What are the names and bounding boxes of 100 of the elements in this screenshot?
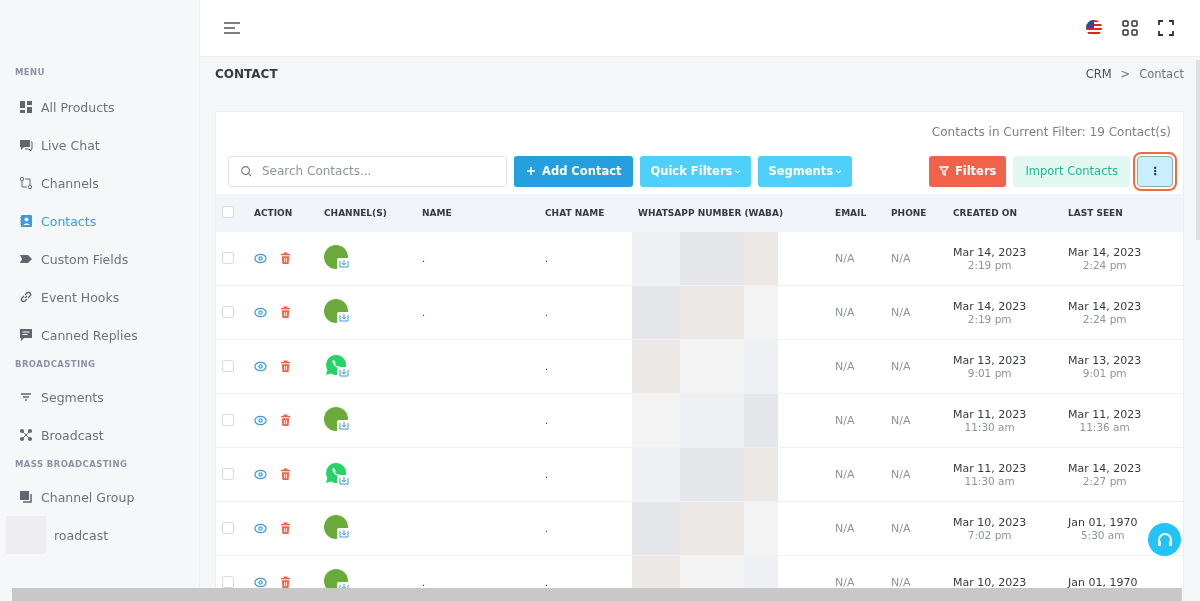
sidebar-item[interactable]: Channel Group: [0, 478, 199, 516]
created-time: 11:30 am: [963, 475, 1016, 487]
page-title: CONTACT: [215, 67, 278, 81]
sidebar-item[interactable]: All Products: [0, 88, 199, 126]
trash-icon[interactable]: [279, 252, 292, 265]
column-header: LAST SEEN: [1062, 194, 1183, 232]
created-date: Mar 14, 2023: [953, 246, 1027, 259]
chat-name: .: [545, 523, 549, 534]
eye-icon[interactable]: [254, 414, 267, 427]
chat-name: .: [545, 415, 549, 426]
column-header: CREATED ON: [947, 194, 1062, 232]
breadcrumb-current: Contact: [1139, 67, 1184, 81]
email-cell: N/A: [835, 468, 855, 481]
contact-name: .: [422, 253, 426, 264]
trash-icon[interactable]: [279, 360, 292, 373]
sidebar-item[interactable]: Canned Replies: [0, 316, 199, 354]
contact-name: .: [422, 307, 426, 318]
sidebar-item[interactable]: Broadcast: [0, 416, 199, 454]
created-date: Mar 14, 2023: [953, 300, 1027, 313]
column-header: CHANNEL(S): [318, 194, 416, 232]
eye-icon[interactable]: [254, 360, 267, 373]
add-button[interactable]: Add Contact: [514, 155, 634, 187]
last-seen-time: 2:27 pm: [1081, 475, 1128, 487]
email-cell: N/A: [835, 252, 855, 265]
sidebar-item[interactable]: Event Hooks: [0, 278, 199, 316]
column-header: WHATSAPP NUMBER (WABA): [632, 194, 829, 232]
contact-count: Contacts in Current Filter: 19 Contact(s): [930, 124, 1172, 141]
last-seen-date: Mar 14, 2023: [1068, 462, 1142, 475]
grid-icon: [19, 100, 33, 114]
whatsapp-icon: [324, 461, 351, 488]
nodes-icon: [19, 428, 33, 442]
last-seen-time: 2:24 pm: [1081, 313, 1128, 325]
search-field[interactable]: Search Contacts...: [228, 155, 507, 187]
email-cell: N/A: [835, 414, 855, 427]
column-header: EMAIL: [829, 194, 885, 232]
sidebar-item[interactable]: Custom Fields: [0, 240, 199, 278]
whatsapp-icon: [324, 353, 351, 380]
row-checkbox[interactable]: [222, 575, 234, 588]
eye-icon[interactable]: [254, 522, 267, 535]
row-checkbox[interactable]: [222, 251, 234, 264]
filter-icon: [938, 166, 949, 176]
created-date: Mar 10, 2023: [953, 516, 1027, 529]
trash-icon[interactable]: [279, 522, 292, 535]
last-seen-date: Mar 14, 2023: [1068, 300, 1142, 313]
avatar-icon: [324, 515, 351, 542]
row-checkbox[interactable]: [222, 467, 234, 480]
trash-icon[interactable]: [279, 468, 292, 481]
last-seen-time: 9:01 pm: [1081, 367, 1128, 379]
last-seen-time: 11:36 am: [1078, 421, 1131, 433]
column-header: CHAT NAME: [539, 194, 632, 232]
chat-icon: [19, 138, 33, 152]
sidebar-item[interactable]: roadcast: [0, 516, 199, 554]
email-cell: N/A: [835, 360, 855, 373]
phone-cell: N/A: [891, 414, 911, 427]
row-checkbox[interactable]: [222, 359, 234, 372]
breadcrumb-link[interactable]: CRM: [1085, 67, 1112, 81]
contact-name: .: [422, 577, 426, 588]
created-date: Mar 11, 2023: [953, 462, 1027, 475]
last-seen-time: 2:24 pm: [1081, 259, 1128, 271]
select-all-checkbox[interactable]: [222, 206, 234, 218]
flow-icon: [19, 176, 33, 190]
horizontal-scrollbar[interactable]: [12, 588, 1182, 601]
sidebar-item[interactable]: Live Chat: [0, 126, 199, 164]
created-time: 9:01 pm: [966, 367, 1013, 379]
tag-icon: [19, 252, 33, 266]
eye-icon[interactable]: [254, 252, 267, 265]
fullscreen-icon[interactable]: [1156, 18, 1176, 38]
last-seen-date: Mar 13, 2023: [1068, 354, 1142, 367]
column-header: PHONE: [885, 194, 947, 232]
link-icon: [19, 290, 33, 304]
phone-cell: N/A: [891, 306, 911, 319]
created-time: 2:19 pm: [966, 313, 1013, 325]
sidebar-item[interactable]: Segments: [0, 378, 199, 416]
phone-cell: N/A: [891, 252, 911, 265]
trash-icon[interactable]: [279, 306, 292, 319]
column-header: ACTION: [248, 194, 318, 232]
filter-button[interactable]: Filters: [928, 155, 1007, 187]
last-seen-date: Jan 01, 1970: [1068, 516, 1138, 529]
avatar-icon: [324, 407, 351, 434]
apps-icon[interactable]: [1120, 18, 1140, 38]
eye-icon[interactable]: [254, 306, 267, 319]
created-time: 7:02 pm: [966, 529, 1013, 541]
sidebar-item[interactable]: Contacts: [0, 202, 199, 240]
trash-icon[interactable]: [279, 576, 292, 589]
row-checkbox[interactable]: [222, 305, 234, 318]
caret-icon: [835, 167, 843, 175]
row-checkbox[interactable]: [222, 521, 234, 534]
trash-icon[interactable]: [279, 414, 292, 427]
phone-cell: N/A: [891, 360, 911, 373]
section-heading: BROADCASTING: [14, 358, 97, 371]
last-seen-time: 5:30 am: [1079, 529, 1126, 541]
eye-icon[interactable]: [254, 576, 267, 589]
eye-icon[interactable]: [254, 468, 267, 481]
sidebar-item[interactable]: Channels: [0, 164, 199, 202]
phone-cell: N/A: [891, 522, 911, 535]
stacked-squares-icon: [19, 490, 33, 504]
last-seen-date: Mar 14, 2023: [1068, 246, 1142, 259]
created-date: Mar 13, 2023: [953, 354, 1027, 367]
avatar-icon: [324, 299, 351, 326]
row-checkbox[interactable]: [222, 413, 234, 426]
